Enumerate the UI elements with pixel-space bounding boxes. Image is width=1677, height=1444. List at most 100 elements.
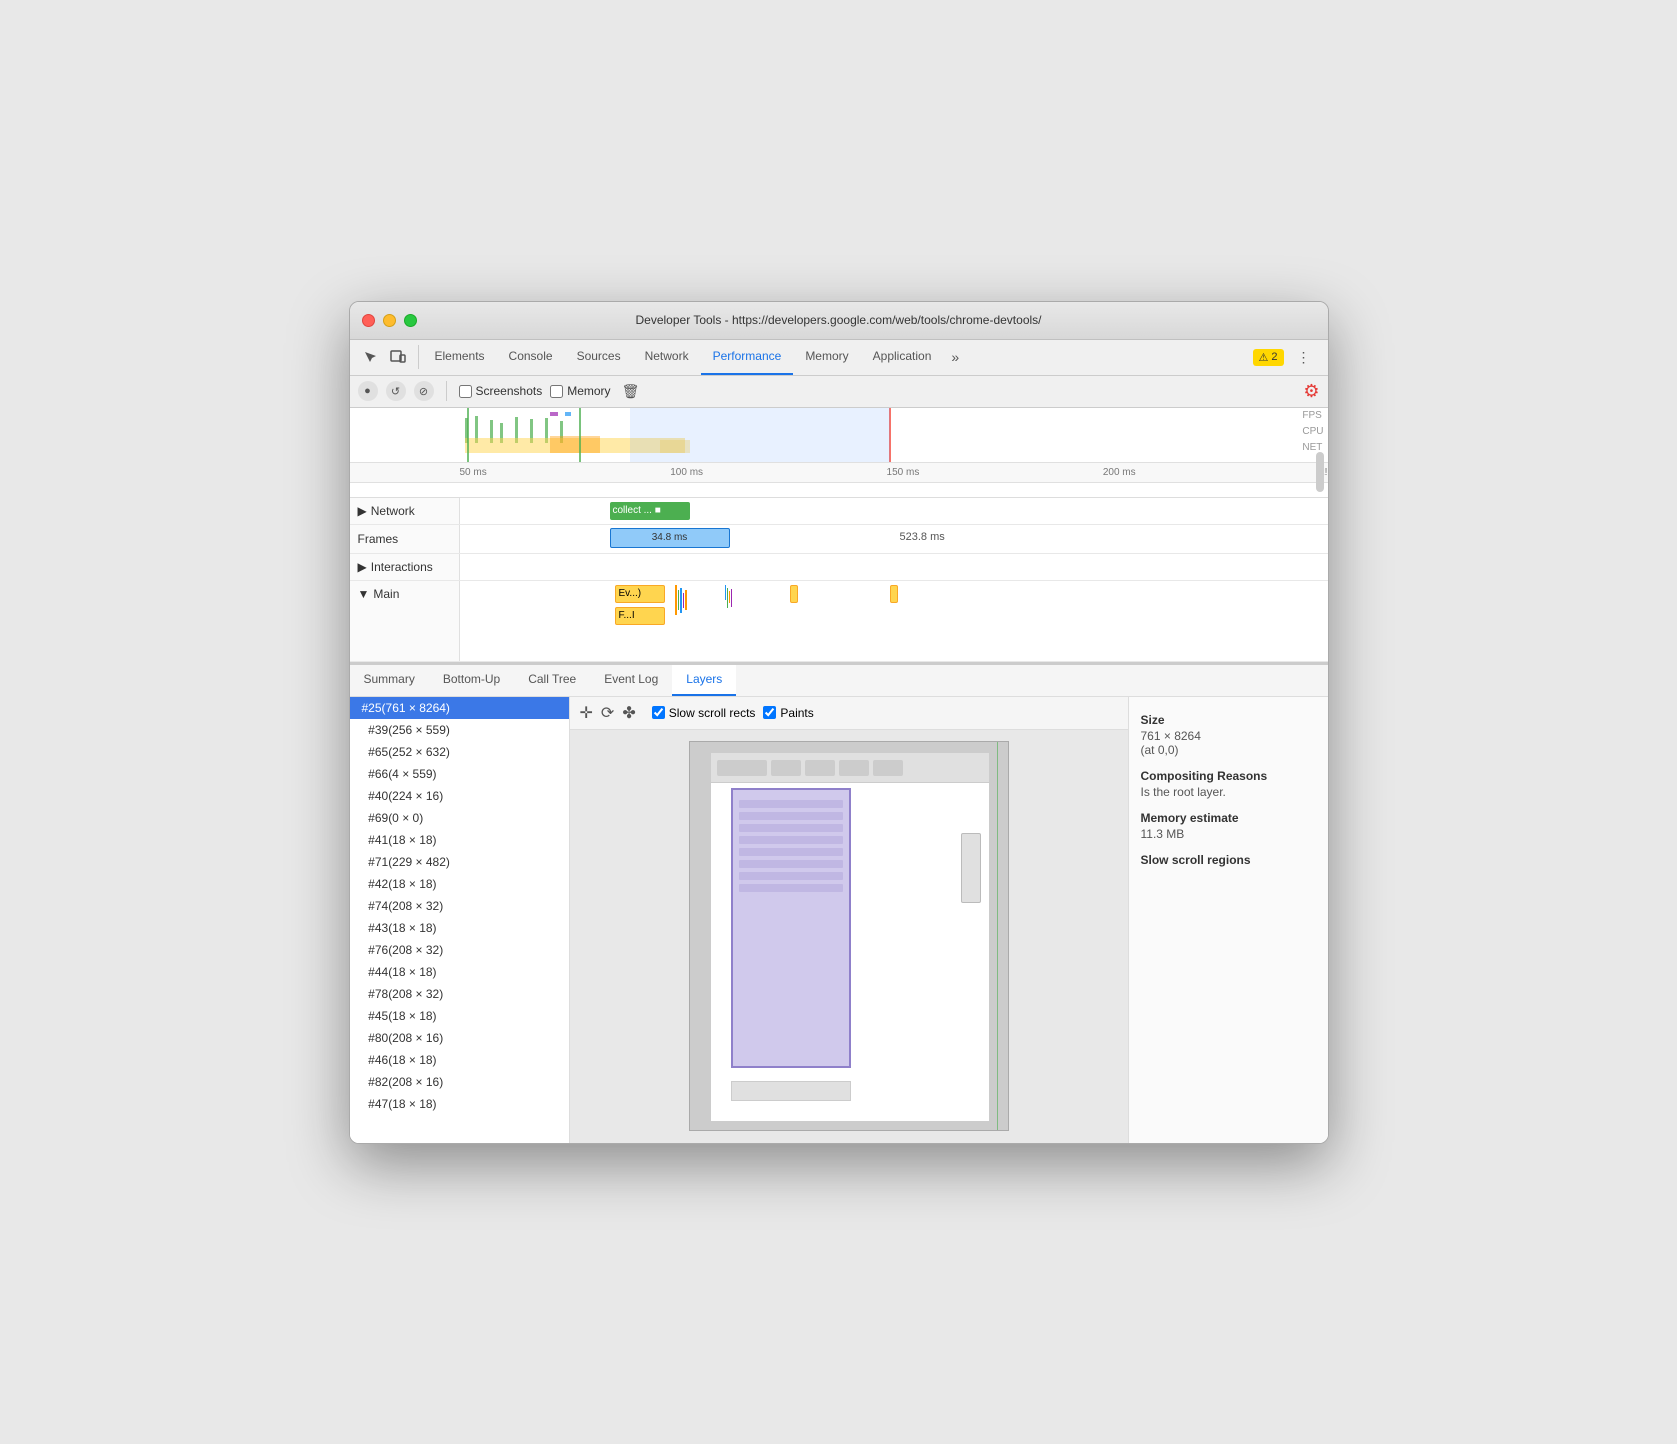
layers-canvas (689, 741, 1009, 1131)
layer-item-45[interactable]: #45(18 × 18) (350, 1005, 569, 1027)
tab-layers[interactable]: Layers (672, 665, 736, 696)
warning-badge[interactable]: ⚠ 2 (1253, 349, 1284, 366)
layer-item-25[interactable]: #25(761 × 8264) (350, 697, 569, 719)
slow-scroll-info: Slow scroll regions (1141, 853, 1316, 867)
tab-memory[interactable]: Memory (793, 339, 860, 375)
layer-item-44[interactable]: #44(18 × 18) (350, 961, 569, 983)
tab-calltree[interactable]: Call Tree (514, 665, 590, 696)
network-label[interactable]: ▶ Network (350, 498, 460, 524)
task-f: F...I (615, 607, 665, 625)
responsive-icon[interactable] (386, 345, 410, 369)
tab-summary[interactable]: Summary (350, 665, 429, 696)
green-marker (997, 742, 998, 1130)
main-label[interactable]: ▼ Main (350, 581, 460, 661)
layer-item-39[interactable]: #39(256 × 559) (350, 719, 569, 741)
close-button[interactable] (362, 314, 375, 327)
memory-info: Memory estimate 11.3 MB (1141, 811, 1316, 841)
layer-id-39: #39(256 × 559) (362, 723, 450, 737)
cursor-icon[interactable] (358, 345, 382, 369)
layer-item-71[interactable]: #71(229 × 482) (350, 851, 569, 873)
timeline-canvas[interactable]: FPS CPU NET (350, 408, 1328, 463)
collect-block: collect ... ■ (610, 502, 690, 520)
tab-application[interactable]: Application (861, 339, 944, 375)
memory-label: Memory (567, 384, 610, 398)
more-tabs-button[interactable]: » (943, 349, 967, 365)
trash-button[interactable]: 🗑 (619, 379, 643, 403)
minimize-button[interactable] (383, 314, 396, 327)
task-bars (675, 585, 687, 615)
task-medium (890, 585, 898, 603)
layers-toolbar: ✛ ⟳ ✤ Slow scroll rects Paints (570, 697, 1128, 730)
warning-icon: ⚠ (1259, 351, 1269, 364)
record-button[interactable]: ● (358, 381, 378, 401)
layer-item-43[interactable]: #43(18 × 18) (350, 917, 569, 939)
tab-bottomup[interactable]: Bottom-Up (429, 665, 514, 696)
layer-item-46[interactable]: #46(18 × 18) (350, 1049, 569, 1071)
bottom-panel: Summary Bottom-Up Call Tree Event Log La… (350, 663, 1328, 1143)
clear-button[interactable]: ⊘ (414, 381, 434, 401)
info-panel: Size 761 × 8264 (at 0,0) Compositing Rea… (1128, 697, 1328, 1143)
layer-item-78[interactable]: #78(208 × 32) (350, 983, 569, 1005)
main-text: Main (373, 587, 399, 601)
layer-item-66[interactable]: #66(4 × 559) (350, 763, 569, 785)
size-sub: (at 0,0) (1141, 743, 1316, 757)
frame-value-2: 523.8 ms (900, 531, 945, 543)
screenshots-checkbox-group: Screenshots (459, 384, 543, 398)
tab-performance[interactable]: Performance (701, 339, 794, 375)
layer-item-69[interactable]: #69(0 × 0) (350, 807, 569, 829)
tab-console[interactable]: Console (497, 339, 565, 375)
refresh-button[interactable]: ↺ (386, 381, 406, 401)
slow-scroll-checkbox[interactable] (652, 706, 665, 719)
tab-sources[interactable]: Sources (565, 339, 633, 375)
size-label: Size (1141, 713, 1316, 727)
layer-top-bar (711, 753, 989, 783)
slow-scroll-toggle: Slow scroll rects (652, 706, 756, 720)
toolbar-left (350, 345, 419, 369)
pan-tool-icon[interactable]: ✤ (622, 703, 635, 723)
slow-scroll-info-label: Slow scroll regions (1141, 853, 1316, 867)
move-tool-icon[interactable]: ✛ (580, 703, 593, 723)
warning-count: 2 (1271, 351, 1277, 363)
layer-item-74[interactable]: #74(208 × 32) (350, 895, 569, 917)
layer-item-42[interactable]: #42(18 × 18) (350, 873, 569, 895)
layer-item-80[interactable]: #80(208 × 16) (350, 1027, 569, 1049)
network-text: Network (371, 504, 415, 518)
layers-canvas-area[interactable] (570, 730, 1128, 1143)
layer-item-41[interactable]: #41(18 × 18) (350, 829, 569, 851)
timeline-right-labels: FPS CPU NET (1302, 408, 1323, 456)
maximize-button[interactable] (404, 314, 417, 327)
interactions-label[interactable]: ▶ Interactions (350, 554, 460, 580)
layer-item-40[interactable]: #40(224 × 16) (350, 785, 569, 807)
frames-label: Frames (350, 525, 460, 553)
tracks-container: ▶ Network collect ... ■ Frames 34.8 ms (350, 498, 1328, 663)
layer-item-65[interactable]: #65(252 × 632) (350, 741, 569, 763)
nav-tabs: Elements Console Sources Network Perform… (419, 339, 1241, 375)
size-value: 761 × 8264 (1141, 729, 1316, 743)
mark-50: 50 ms (460, 467, 487, 478)
screenshots-checkbox[interactable] (459, 385, 472, 398)
task-small (790, 585, 798, 603)
layers-list: #25(761 × 8264) #39(256 × 559) #65(252 ×… (350, 697, 570, 1143)
main-expand-icon: ▼ (358, 587, 370, 601)
tab-network[interactable]: Network (633, 339, 701, 375)
network-content: collect ... ■ (460, 498, 1328, 524)
fps-label: FPS (1302, 408, 1323, 424)
interactions-expand-icon: ▶ (358, 560, 367, 574)
tab-eventlog[interactable]: Event Log (590, 665, 672, 696)
layer-id-25: #25 (362, 701, 382, 715)
layer-item-82[interactable]: #82(208 × 16) (350, 1071, 569, 1093)
frames-content: 34.8 ms 523.8 ms (460, 525, 1328, 553)
frames-track: Frames 34.8 ms 523.8 ms (350, 525, 1328, 554)
timeline-scrollbar[interactable] (1316, 452, 1324, 492)
rotate-tool-icon[interactable]: ⟳ (601, 703, 614, 723)
traffic-lights (362, 314, 417, 327)
more-options-icon[interactable]: ⋮ (1292, 345, 1316, 369)
compositing-value: Is the root layer. (1141, 785, 1316, 799)
settings-button[interactable]: ⚙ (1303, 381, 1319, 402)
tab-elements[interactable]: Elements (423, 339, 497, 375)
main-content: Ev...) F...I (460, 581, 1328, 661)
layer-item-76[interactable]: #76(208 × 32) (350, 939, 569, 961)
memory-checkbox[interactable] (550, 385, 563, 398)
layer-item-47[interactable]: #47(18 × 18) (350, 1093, 569, 1115)
paints-checkbox[interactable] (763, 706, 776, 719)
